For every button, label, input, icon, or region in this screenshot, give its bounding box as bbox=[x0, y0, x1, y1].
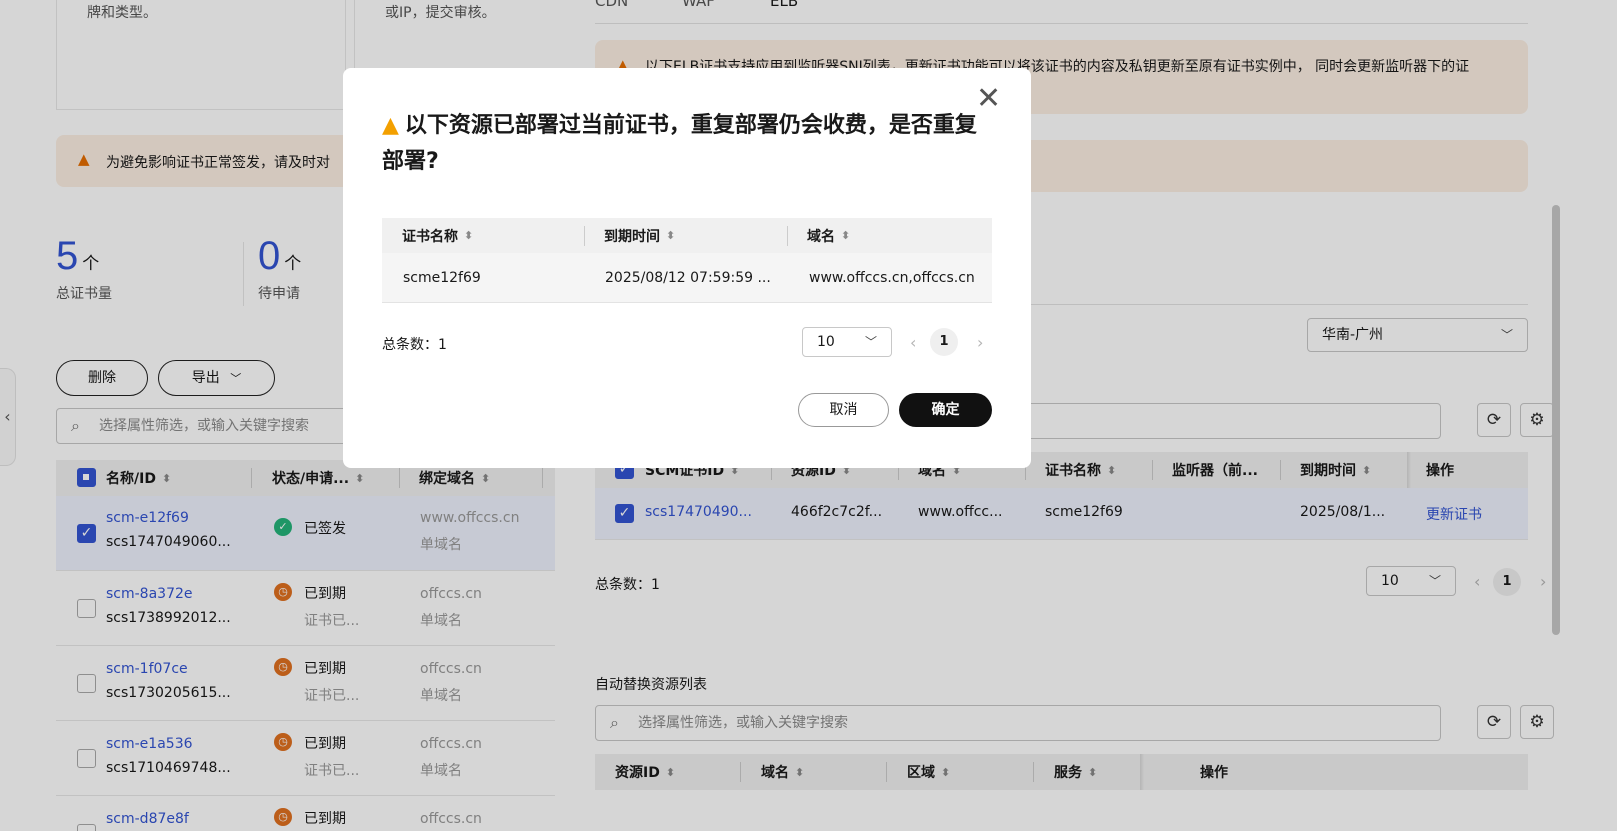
dialog-title: ▲ 以下资源已部署过当前证书，重复部署仍会收费，是否重复部署? bbox=[382, 108, 982, 180]
confirm-label: 确定 bbox=[931, 402, 960, 418]
table-header: 证书名称 ⬍ 到期时间 ⬍ 域名 ⬍ bbox=[382, 218, 992, 253]
page-number[interactable]: 1 bbox=[930, 328, 958, 356]
total-count: 总条数：1 bbox=[382, 337, 447, 353]
column-label: 证书名称 bbox=[402, 228, 458, 245]
expire-time: 2025/08/12 07:59:59 ... bbox=[605, 269, 771, 286]
column-separator bbox=[584, 226, 585, 246]
chevron-down-icon: ﹀ bbox=[864, 335, 877, 349]
column-header-expire[interactable]: 到期时间 ⬍ bbox=[604, 218, 675, 253]
cancel-button[interactable]: 取消 bbox=[798, 393, 889, 427]
column-label: 域名 bbox=[807, 228, 835, 245]
cancel-label: 取消 bbox=[829, 402, 858, 418]
redeploy-confirm-dialog: ✕ ▲ 以下资源已部署过当前证书，重复部署仍会收费，是否重复部署? 证书名称 ⬍ 到… bbox=[343, 68, 1031, 468]
sort-icon: ⬍ bbox=[666, 229, 676, 242]
page-size-select[interactable]: 10 ﹀ bbox=[802, 327, 892, 357]
column-header-cert-name[interactable]: 证书名称 ⬍ bbox=[402, 218, 473, 253]
page-size-value: 10 bbox=[817, 334, 835, 350]
column-header-domain[interactable]: 域名 ⬍ bbox=[807, 218, 850, 253]
cert-name: scme12f69 bbox=[403, 269, 481, 286]
column-label: 到期时间 bbox=[604, 228, 660, 245]
sort-icon: ⬍ bbox=[841, 229, 851, 242]
dialog-title-text: 以下资源已部署过当前证书，重复部署仍会收费，是否重复部署? bbox=[382, 113, 977, 174]
next-page-icon[interactable]: › bbox=[977, 333, 983, 352]
prev-page-icon[interactable]: ‹ bbox=[910, 333, 916, 352]
domain: www.offccs.cn,offccs.cn bbox=[809, 269, 975, 286]
sort-icon: ⬍ bbox=[464, 229, 474, 242]
confirm-button[interactable]: 确定 bbox=[899, 393, 992, 427]
column-separator bbox=[787, 226, 788, 246]
warning-icon: ▲ bbox=[382, 113, 399, 138]
table-row: scme12f69 2025/08/12 07:59:59 ... www.of… bbox=[382, 253, 992, 303]
